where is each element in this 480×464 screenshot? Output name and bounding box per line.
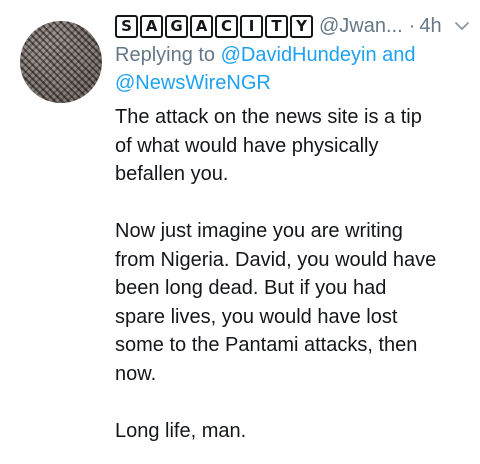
mention-joiner: and bbox=[382, 44, 416, 66]
avatar[interactable] bbox=[20, 21, 102, 103]
tweet-paragraph: Now just imagine you are writing from Ni… bbox=[115, 217, 471, 388]
display-name-letter: C bbox=[215, 14, 238, 38]
text-line: of what would have physically bbox=[115, 134, 379, 157]
user-handle[interactable]: @Jwan... bbox=[319, 15, 403, 38]
mention-link[interactable]: @NewsWireNGR bbox=[115, 72, 271, 94]
tweet[interactable]: S A G A C I T Y @Jwan... · 4h Replying t… bbox=[0, 0, 480, 464]
text-line: Now just imagine you are writing bbox=[115, 220, 403, 242]
text-line: from Nigeria. David, you would have bbox=[115, 248, 437, 271]
tweet-content: S A G A C I T Y @Jwan... · 4h Replying t… bbox=[115, 12, 471, 445]
display-name-letter: T bbox=[265, 14, 288, 38]
display-name-letter: A bbox=[140, 14, 163, 38]
replying-to-label: Replying to bbox=[115, 44, 216, 66]
mention-link[interactable]: @DavidHundeyin bbox=[221, 44, 377, 66]
tweet-paragraph: The attack on the news site is a tip of … bbox=[115, 103, 471, 189]
display-name-letter: S bbox=[115, 14, 138, 38]
display-name-letter: G bbox=[165, 14, 188, 38]
display-name-letter: I bbox=[240, 14, 263, 38]
timestamp[interactable]: 4h bbox=[419, 15, 441, 38]
text-line: now. bbox=[115, 362, 157, 385]
separator-dot: · bbox=[408, 14, 416, 37]
text-line: The attack on the news site is a tip bbox=[115, 106, 422, 128]
chevron-down-icon[interactable] bbox=[453, 17, 471, 35]
tweet-header: S A G A C I T Y @Jwan... · 4h bbox=[115, 12, 471, 40]
text-line: befallen you. bbox=[115, 163, 229, 185]
text-line: some to the Pantami attacks, then bbox=[115, 334, 418, 356]
tweet-text: The attack on the news site is a tip of … bbox=[115, 103, 471, 445]
display-name-letter: Y bbox=[290, 14, 313, 38]
tweet-paragraph: Long life, man. bbox=[115, 417, 471, 446]
text-line: been long dead. But if you had bbox=[115, 277, 387, 299]
text-line: Long life, man. bbox=[115, 419, 247, 442]
replying-to: Replying to @DavidHundeyin and @NewsWire… bbox=[115, 41, 471, 97]
text-line: spare lives, you would have lost bbox=[115, 305, 398, 328]
display-name[interactable]: S A G A C I T Y bbox=[115, 14, 313, 38]
display-name-letter: A bbox=[190, 14, 213, 38]
